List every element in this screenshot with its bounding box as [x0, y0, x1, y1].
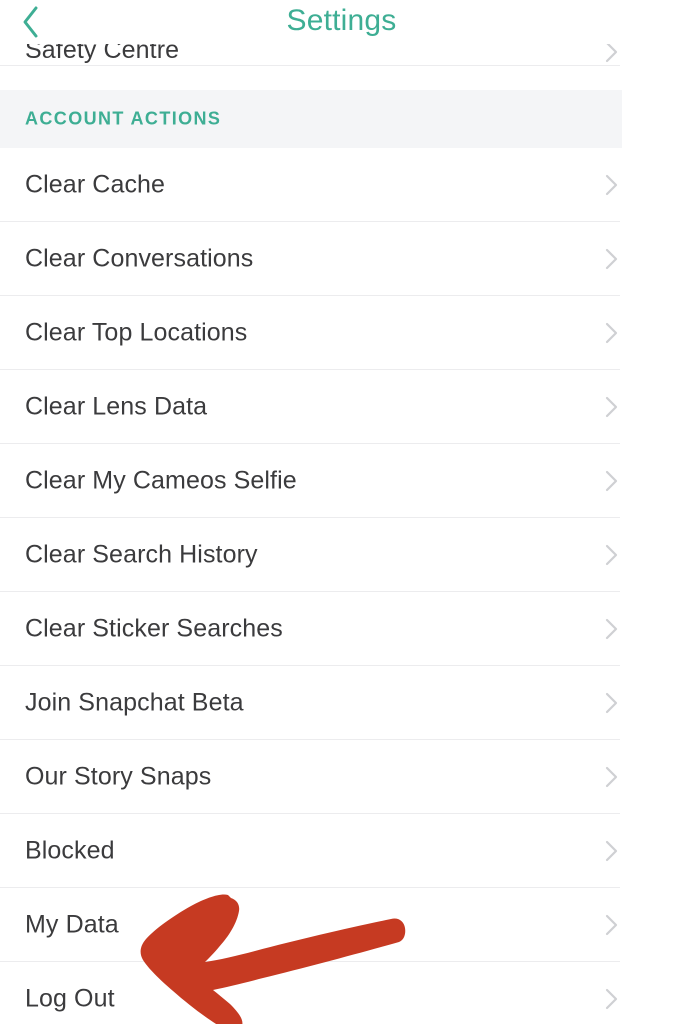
chevron-right-icon	[603, 912, 621, 938]
list-item[interactable]: Clear Top Locations	[0, 296, 683, 370]
list-item[interactable]: Join Snapchat Beta	[0, 666, 683, 740]
list-item-label: Clear Top Locations	[25, 318, 248, 347]
list-item-label: Clear Conversations	[25, 244, 254, 273]
list-item[interactable]: Clear Conversations	[0, 222, 683, 296]
chevron-right-icon	[603, 764, 621, 790]
section-header-label: ACCOUNT ACTIONS	[25, 108, 222, 129]
chevron-right-icon	[603, 986, 621, 1012]
list-item-label: Our Story Snaps	[25, 762, 212, 791]
chevron-right-icon	[603, 468, 621, 494]
list-item[interactable]: Clear Cache	[0, 148, 683, 222]
list-item-label: Log Out	[25, 984, 115, 1013]
page-title: Settings	[286, 4, 397, 37]
list-item[interactable]: Clear My Cameos Selfie	[0, 444, 683, 518]
settings-screen: Clear Cache Clear Conversations Clear Top …	[0, 0, 683, 1024]
list-item-label: My Data	[25, 910, 119, 939]
list-item[interactable]: My Data	[0, 888, 683, 962]
section-header-account-actions: ACCOUNT ACTIONS	[0, 90, 622, 148]
app-header: Settings	[0, 0, 683, 44]
chevron-right-icon	[603, 320, 621, 346]
list-item[interactable]: Our Story Snaps	[0, 740, 683, 814]
chevron-right-icon	[603, 246, 621, 272]
list-item-label: Blocked	[25, 836, 115, 865]
list-item-label: Clear Cache	[25, 170, 166, 199]
list-item[interactable]: Log Out	[0, 962, 683, 1024]
list-item[interactable]: Clear Sticker Searches	[0, 592, 683, 666]
list-item[interactable]: Clear Search History	[0, 518, 683, 592]
list-item-label: Clear My Cameos Selfie	[25, 466, 297, 495]
list-item-label: Clear Search History	[25, 540, 258, 569]
chevron-right-icon	[603, 616, 621, 642]
list-item-label: Join Snapchat Beta	[25, 688, 244, 717]
settings-list[interactable]: Clear Cache Clear Conversations Clear Top …	[0, 0, 683, 1024]
chevron-right-icon	[603, 542, 621, 568]
list-item[interactable]: Clear Lens Data	[0, 370, 683, 444]
list-separator	[0, 65, 620, 66]
list-item-label: Clear Lens Data	[25, 392, 208, 421]
chevron-right-icon	[603, 838, 621, 864]
chevron-right-icon	[603, 394, 621, 420]
chevron-right-icon	[603, 172, 621, 198]
list-item[interactable]: Blocked	[0, 814, 683, 888]
list-item-label: Clear Sticker Searches	[25, 614, 283, 643]
chevron-right-icon	[603, 690, 621, 716]
